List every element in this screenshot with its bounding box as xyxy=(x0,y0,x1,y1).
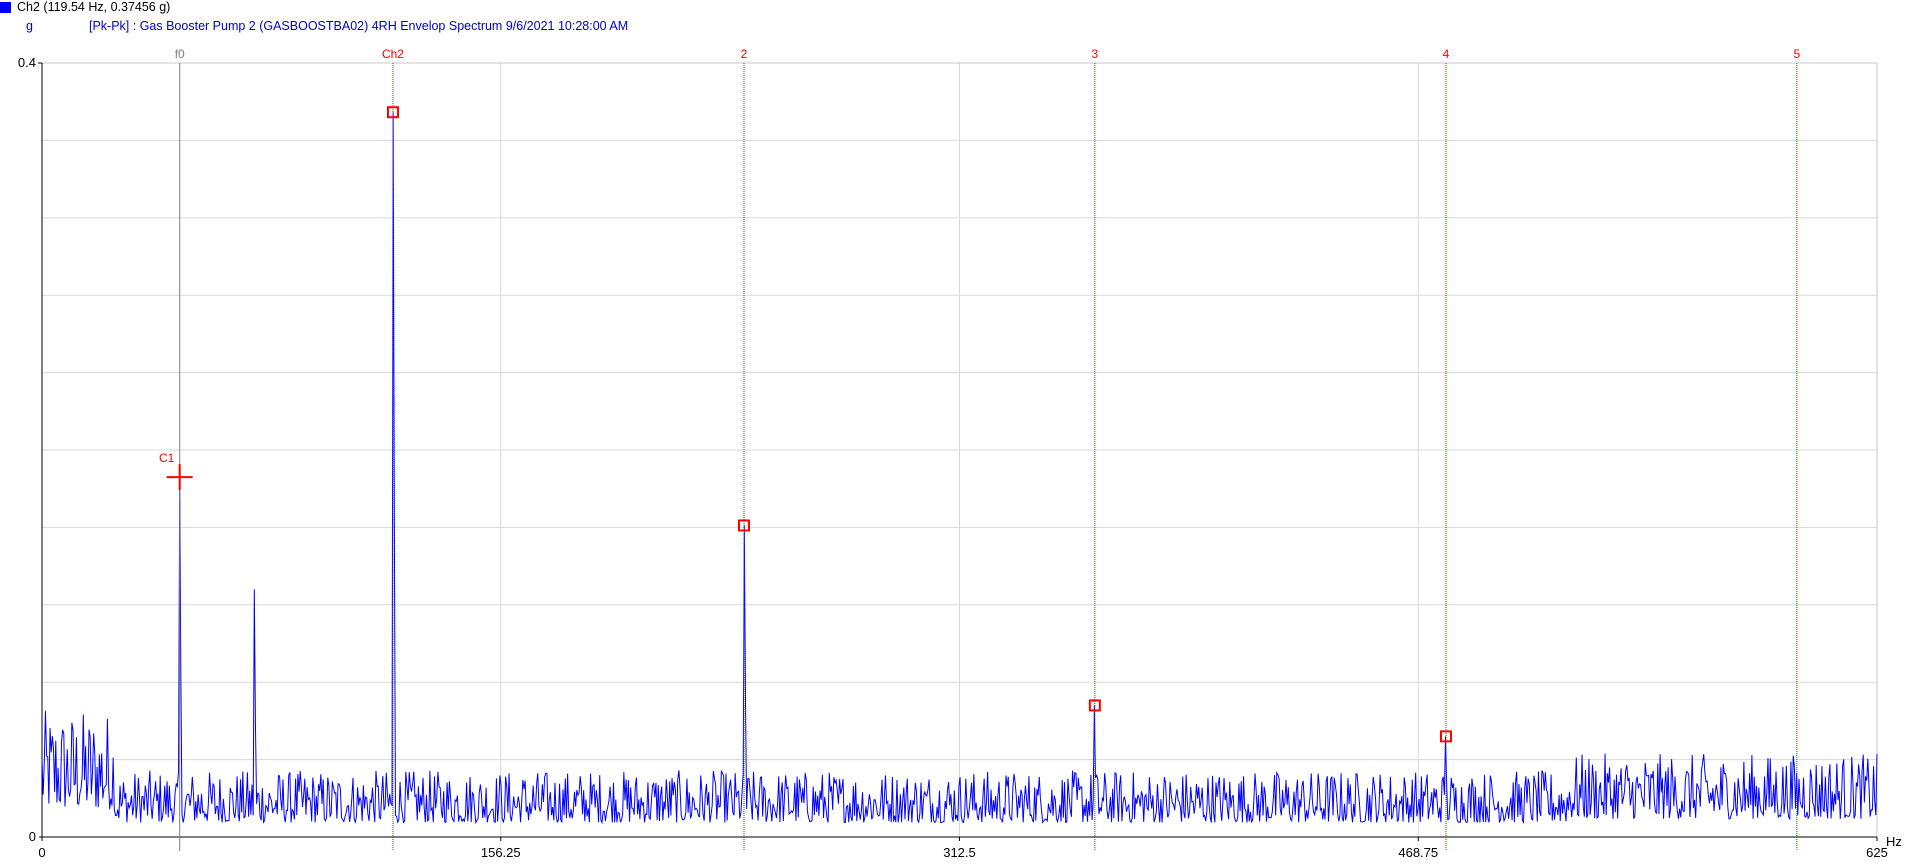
cursor-overlays[interactable]: f0 Ch2 2 3 4 5 C1 xyxy=(159,47,1801,851)
x-tick-label: 625 xyxy=(1866,845,1888,860)
x-tick-label: 468.75 xyxy=(1398,845,1438,860)
y-tick-label: 0 xyxy=(29,829,36,844)
x-tick-label: 312.5 xyxy=(943,845,976,860)
harmonic-label: 3 xyxy=(1092,47,1099,61)
x-tick-label: 0 xyxy=(38,845,45,860)
x-tick-label: 156.25 xyxy=(481,845,521,860)
envelope-spectrum-plot[interactable]: f0 Ch2 2 3 4 5 C1 0 156.25 312.5 468.75 625 0 0.4 Hz xyxy=(0,0,1910,866)
x-axis-unit-label: Hz xyxy=(1886,834,1902,849)
harmonic-label: 5 xyxy=(1794,47,1801,61)
reference-line-label: f0 xyxy=(175,47,185,61)
grid-lines xyxy=(41,62,1878,838)
y-tick-label: 0.4 xyxy=(18,55,36,70)
harmonic-label: 2 xyxy=(741,47,748,61)
harmonic-label: Ch2 xyxy=(382,47,404,61)
axes xyxy=(38,62,1878,841)
cursor-label: C1 xyxy=(159,451,175,465)
harmonic-label: 4 xyxy=(1443,47,1450,61)
